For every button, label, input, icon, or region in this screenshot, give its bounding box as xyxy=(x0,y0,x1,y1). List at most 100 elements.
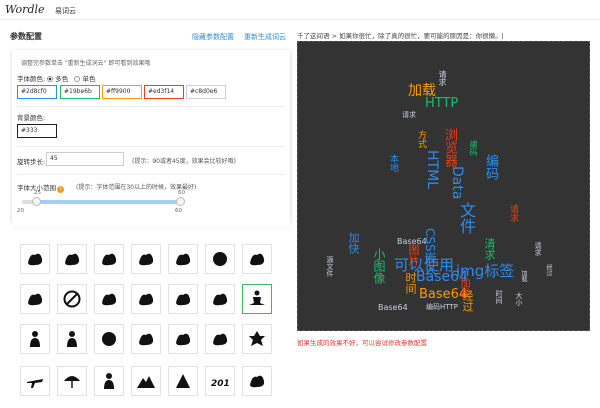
mountain-icon xyxy=(137,376,155,388)
elephant-icon xyxy=(250,253,265,266)
shape-option-airplane[interactable] xyxy=(20,366,50,396)
color-swatch-green[interactable]: #19be6b xyxy=(60,85,100,99)
grid-fade xyxy=(12,222,290,231)
info-icon[interactable]: i xyxy=(57,186,64,193)
owl-icon xyxy=(213,252,227,266)
man-silhouette-icon xyxy=(30,331,40,347)
cloud-word: Base64 xyxy=(378,303,408,312)
shape-option-rhino[interactable] xyxy=(168,244,198,274)
shape-option-mountain[interactable] xyxy=(131,366,161,396)
cloud-word: 小图像 xyxy=(372,248,386,284)
divider xyxy=(17,174,285,175)
shape-option-map-china[interactable] xyxy=(168,284,198,314)
shape-option-rabbit[interactable] xyxy=(131,284,161,314)
radio-dot-icon xyxy=(74,76,81,82)
rhino-icon xyxy=(176,253,191,266)
cloud-word: HTTP xyxy=(425,96,459,111)
shape-option-cupid[interactable] xyxy=(242,366,272,396)
font-size-slider-fill xyxy=(37,200,181,204)
radio-single[interactable]: 单色 xyxy=(74,75,95,83)
cloud-word: 图片 xyxy=(407,244,420,266)
cloud-word: HTML xyxy=(424,150,440,189)
shape-option-snail[interactable] xyxy=(94,324,124,354)
bg-color-input[interactable]: #333 xyxy=(17,124,57,138)
dog-icon xyxy=(102,293,117,306)
regenerate-link[interactable]: 重新生成词云 xyxy=(244,32,286,42)
config-hint: 调整完参数单击 "重新生成词云" 即可看到效果哦 xyxy=(21,60,151,67)
shape-option-worm[interactable] xyxy=(57,244,87,274)
airplane-icon xyxy=(27,379,43,388)
cloud-word: 浏览器 xyxy=(442,128,457,167)
bison-icon xyxy=(139,253,154,266)
cupid-icon xyxy=(250,375,265,388)
shape-option-maple-leaf[interactable] xyxy=(242,324,272,354)
shape-option-elephant[interactable] xyxy=(242,244,272,274)
quote-line: 千了这间语 > 如果你很忙，除了真的很忙，要可能的原因是：你很懒。| xyxy=(297,32,504,40)
cloud-word: 时间 xyxy=(495,290,503,304)
meditation-icon xyxy=(249,290,265,305)
slider-knob-low[interactable] xyxy=(32,197,41,206)
rotate-step-input[interactable]: 45 xyxy=(46,152,124,166)
shape-option-seahorse[interactable] xyxy=(20,244,50,274)
slider-max-label: 60 xyxy=(175,208,182,214)
cloud-word: 经过 xyxy=(545,264,552,276)
wordcloud-canvas[interactable]: 加载 HTTP 请求 请求 浏览器 方式 HTML 本地 编码 Base64 img标签 可以使用 Ba… xyxy=(297,41,590,331)
divider xyxy=(17,146,285,147)
shape-option-couple[interactable] xyxy=(94,366,124,396)
shape-option-griffin[interactable] xyxy=(20,284,50,314)
cloud-word: Data xyxy=(449,166,465,200)
frog-icon xyxy=(176,333,191,346)
knob-high-value: 60 xyxy=(178,190,185,196)
cloud-word: 编码HTTP xyxy=(426,303,458,311)
parrot-icon xyxy=(213,333,228,346)
shape-option-meditation[interactable] xyxy=(242,284,272,314)
2015-icon: 2015 xyxy=(211,379,230,389)
color-swatch-orange[interactable]: #ff9900 xyxy=(102,85,142,99)
color-swatch-gray[interactable]: #c8d0e6 xyxy=(186,85,226,99)
color-swatch-red[interactable]: #ed3f14 xyxy=(144,85,184,99)
shape-option-owl[interactable] xyxy=(205,244,235,274)
font-color-label: 字体颜色: xyxy=(17,75,46,83)
shape-option-man-silhouette[interactable] xyxy=(20,324,50,354)
elephant-head-icon xyxy=(102,253,117,266)
running-horse-icon xyxy=(213,293,228,306)
top-nav: Wordle 易词云 xyxy=(0,0,600,20)
umbrella-icon xyxy=(64,376,80,388)
config-title: 参数配置 xyxy=(10,32,42,41)
radio-multi[interactable]: 多色 xyxy=(47,75,68,83)
snail-icon xyxy=(102,332,116,346)
divider xyxy=(17,106,285,107)
radio-dot-icon xyxy=(47,76,54,82)
rabbit-icon xyxy=(139,293,154,306)
shape-option-running-horse[interactable] xyxy=(205,284,235,314)
cloud-word: CSS嵌入 xyxy=(423,228,437,276)
shape-option-elephant-head[interactable] xyxy=(94,244,124,274)
no-fishing-icon xyxy=(63,290,81,308)
cloud-word: 时间 xyxy=(404,272,417,294)
shape-option-woman-silhouette[interactable] xyxy=(57,324,87,354)
cloud-word: 本地 xyxy=(388,154,398,172)
shape-option-umbrella[interactable] xyxy=(57,366,87,396)
cloud-word: 请求 xyxy=(508,204,518,222)
worm-icon xyxy=(65,253,80,266)
hide-config-link[interactable]: 隐藏参数配置 xyxy=(192,32,234,42)
cloud-word: 加快 xyxy=(347,232,360,254)
map-china-icon xyxy=(176,293,191,306)
shape-option-frog[interactable] xyxy=(168,324,198,354)
site-logo[interactable]: Wordle xyxy=(5,3,45,16)
shape-option-eagle[interactable] xyxy=(168,366,198,396)
shape-option-dog[interactable] xyxy=(94,284,124,314)
shape-option-no-fishing[interactable] xyxy=(57,284,87,314)
knob-low-value: 25 xyxy=(34,190,41,196)
woman-silhouette-icon xyxy=(67,331,77,347)
shape-option-2015[interactable]: 2015 xyxy=(205,366,235,396)
shape-option-bison[interactable] xyxy=(131,244,161,274)
cloud-word: 源文件 xyxy=(326,256,334,277)
color-swatch-blue[interactable]: #2d8cf0 xyxy=(17,85,57,99)
cloud-word: 大小 xyxy=(515,292,523,306)
slider-knob-high[interactable] xyxy=(176,197,185,206)
shape-option-parrot[interactable] xyxy=(205,324,235,354)
nav-item-wordcloud[interactable]: 易词云 xyxy=(55,6,76,16)
shape-option-hare[interactable] xyxy=(131,324,161,354)
cloud-word: 方式 xyxy=(416,130,426,148)
